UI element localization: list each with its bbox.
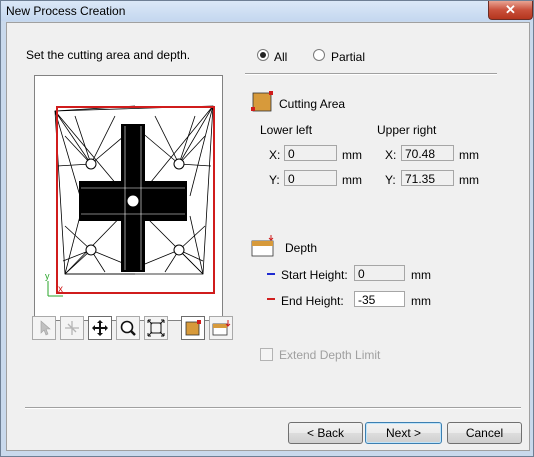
upper-right-x-field[interactable]: 70.48 xyxy=(401,145,454,161)
depth-section-icon xyxy=(251,235,274,257)
zoom-magnifier-icon xyxy=(120,320,136,336)
depth-icon xyxy=(212,320,231,336)
close-button[interactable]: ✕ xyxy=(488,1,533,20)
rotate-tool-button[interactable] xyxy=(60,316,84,340)
radio-all-dot xyxy=(260,52,266,58)
rotate-view-icon xyxy=(65,321,79,335)
cutting-area-icon xyxy=(185,320,201,336)
preview-y-axis-label: y xyxy=(45,271,50,281)
preview-x-axis-label: x xyxy=(58,284,63,295)
lower-left-y-unit: mm xyxy=(342,173,362,187)
cutting-area-section-icon xyxy=(251,91,273,112)
back-button[interactable]: < Back xyxy=(288,422,363,444)
cutting-area-title: Cutting Area xyxy=(279,97,346,111)
pan-move-icon xyxy=(92,320,108,336)
fit-view-icon xyxy=(147,319,165,337)
start-height-label: Start Height: xyxy=(281,268,348,282)
cancel-button[interactable]: Cancel xyxy=(447,422,522,444)
end-height-line-swatch xyxy=(267,298,275,300)
select-arrow-icon xyxy=(40,320,51,336)
lower-left-label: Lower left xyxy=(260,123,313,137)
depth-tool-button[interactable] xyxy=(209,316,233,340)
radio-all-label[interactable]: All xyxy=(274,50,287,64)
instruction-text: Set the cutting area and depth. xyxy=(26,48,191,62)
lower-left-x-field[interactable]: 0 xyxy=(284,145,337,161)
toolpath-preview[interactable]: y x xyxy=(34,75,223,321)
start-height-line-swatch xyxy=(267,273,275,275)
fit-view-button[interactable] xyxy=(144,316,168,340)
zoom-tool-button[interactable] xyxy=(116,316,140,340)
depth-title: Depth xyxy=(285,241,318,255)
upper-right-y-label: Y: xyxy=(385,173,396,187)
lower-left-y-label: Y: xyxy=(269,173,280,187)
end-height-label: End Height: xyxy=(281,294,344,308)
extend-depth-limit-checkbox[interactable] xyxy=(260,348,273,361)
footer-separator xyxy=(25,407,521,409)
radio-partial-label[interactable]: Partial xyxy=(331,50,365,64)
lower-left-x-label: X: xyxy=(269,148,281,162)
window-title: New Process Creation xyxy=(6,4,126,18)
dialog-client-area: Set the cutting area and depth. y x All … xyxy=(6,22,530,451)
lower-left-x-unit: mm xyxy=(342,148,362,162)
scope-separator xyxy=(245,73,497,75)
upper-right-label: Upper right xyxy=(377,123,437,137)
select-tool-button[interactable] xyxy=(32,316,56,340)
lower-left-y-field[interactable]: 0 xyxy=(284,170,337,186)
dialog-window: New Process Creation ✕ Set the cutting a… xyxy=(0,0,534,457)
upper-right-y-unit: mm xyxy=(459,173,479,187)
preview-canvas: y x xyxy=(45,105,215,297)
start-height-unit: mm xyxy=(411,268,431,282)
upper-right-x-unit: mm xyxy=(459,148,479,162)
pan-tool-button[interactable] xyxy=(88,316,112,340)
end-height-field[interactable]: -35 xyxy=(354,291,405,307)
radio-partial[interactable] xyxy=(313,49,325,61)
next-button[interactable]: Next > xyxy=(365,422,442,444)
cutting-area-tool-button[interactable] xyxy=(181,316,205,340)
radio-all[interactable] xyxy=(257,49,269,61)
title-bar[interactable]: New Process Creation ✕ xyxy=(1,1,533,21)
start-height-field[interactable]: 0 xyxy=(354,265,405,281)
upper-right-x-label: X: xyxy=(385,148,397,162)
end-height-unit: mm xyxy=(411,294,431,308)
upper-right-y-field[interactable]: 71.35 xyxy=(401,170,454,186)
extend-depth-limit-label[interactable]: Extend Depth Limit xyxy=(279,348,380,362)
